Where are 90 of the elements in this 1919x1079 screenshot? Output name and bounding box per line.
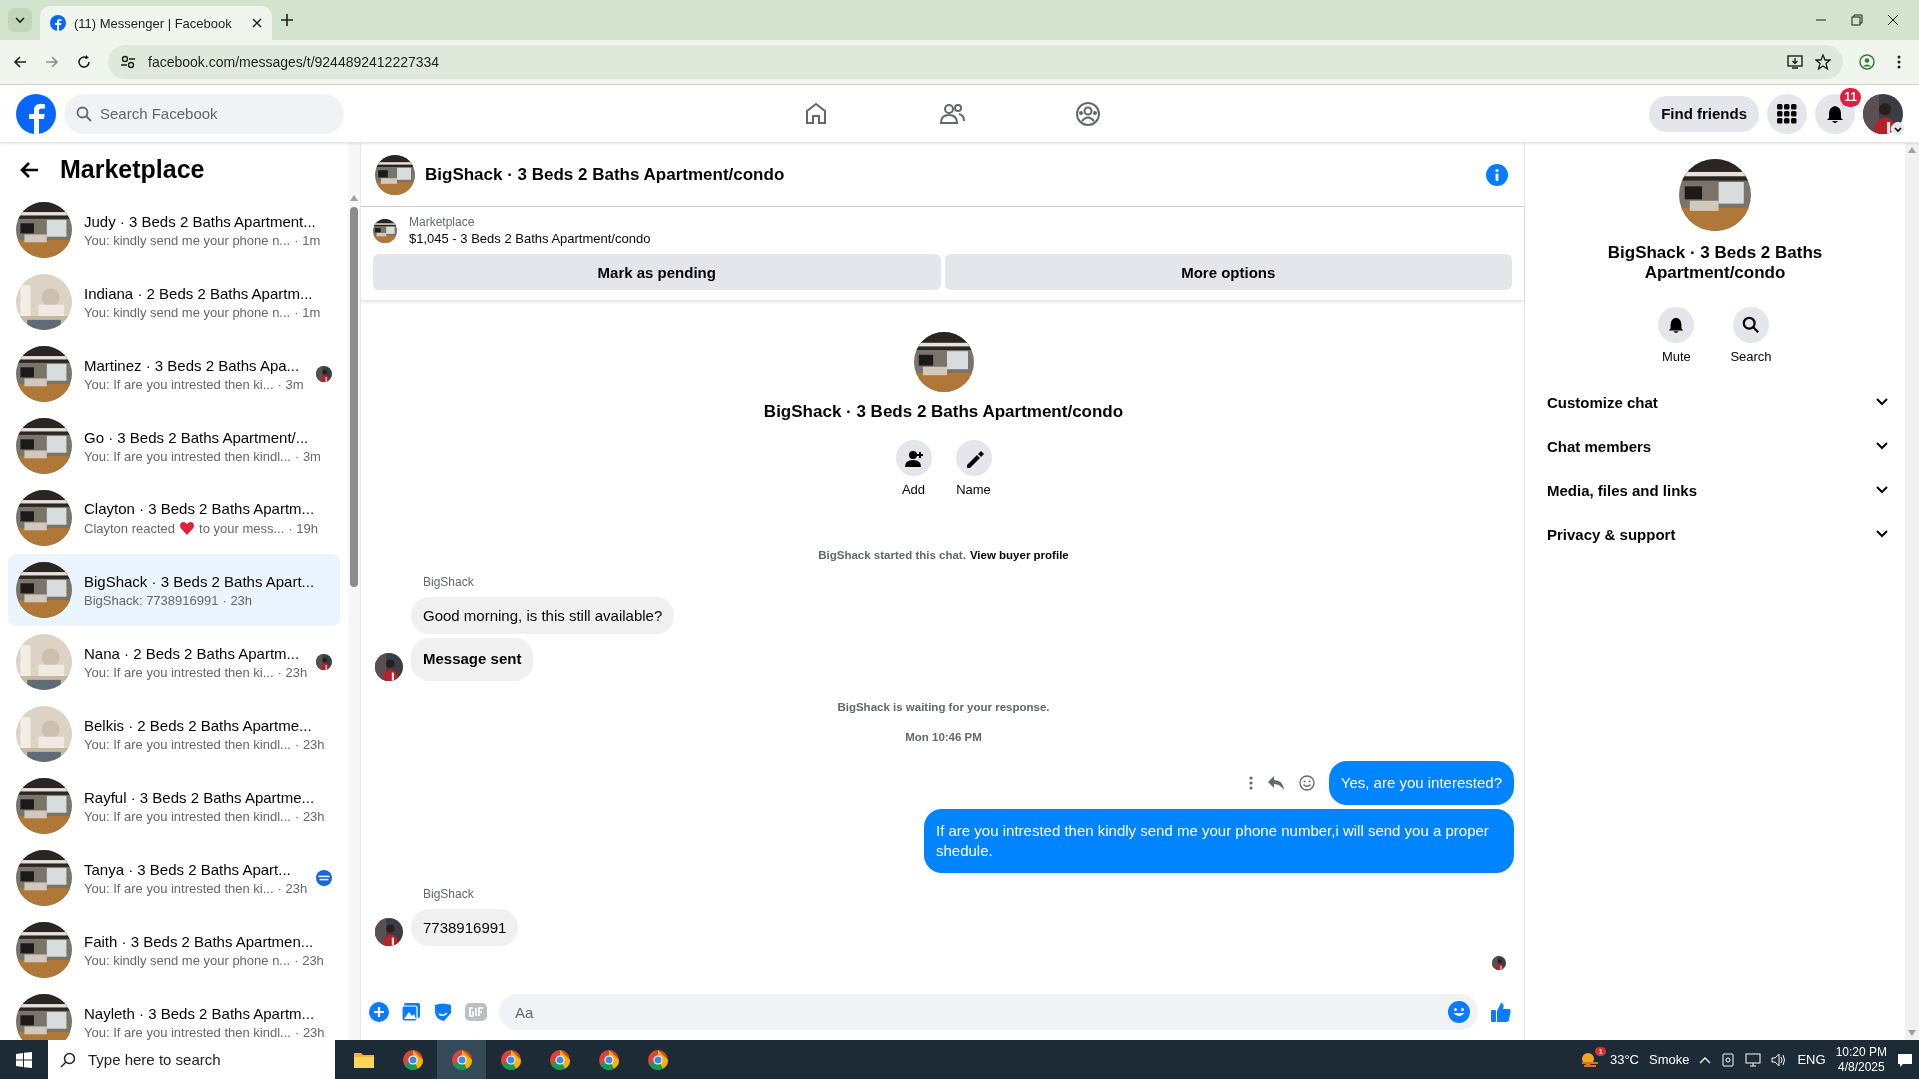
message-time: · 23h: [277, 664, 308, 680]
weather-badge: 1: [1595, 1046, 1606, 1056]
language-indicator[interactable]: ENG: [1797, 1052, 1826, 1067]
search-field[interactable]: Search Facebook: [64, 93, 344, 134]
message-bubble: Message sent: [411, 638, 534, 681]
conversation-name: Tanya · 3 Beds 2 Baths Apart...: [84, 860, 292, 878]
message-time: · 23h: [294, 736, 325, 752]
sender-name: BigShack: [423, 887, 475, 901]
listing-action-button[interactable]: More options: [944, 254, 1512, 290]
conversation-item[interactable]: Tanya · 3 Beds 2 Baths Apart... You: If are you intrested then ki... · 23h: [8, 842, 340, 914]
message-time: · 23h: [294, 952, 324, 968]
message-time: · 3m: [294, 448, 321, 464]
conversation-name: Indiana · 2 Beds 2 Baths Apartm...: [84, 284, 314, 302]
listing-label: Marketplace: [409, 215, 476, 229]
conversation-item[interactable]: Go · 3 Beds 2 Baths Apartment/... You: If are you intrested then kindl... · 3m: [8, 410, 340, 482]
message-time: · 1m: [294, 232, 321, 248]
conversation-name: Martinez · 3 Beds 2 Baths Apa...: [84, 356, 301, 374]
conversation-item[interactable]: Rayful · 3 Beds 2 Baths Apartme... You: If are you intrested then kindl... · 23h: [8, 770, 340, 842]
section-title: Customize chat: [1547, 393, 1658, 411]
message-time: · 1m: [294, 304, 321, 320]
message-time: · 23h: [222, 592, 253, 608]
message-preview: You: If are you intrested then kindl...: [84, 808, 291, 824]
clock-time[interactable]: 10:20 PM: [1835, 1044, 1887, 1060]
conversation-item[interactable]: Nana · 2 Beds 2 Baths Apartm... You: If are you intrested then ki... · 23h: [8, 626, 340, 698]
conversation-name: Nana · 2 Beds 2 Baths Apartm...: [84, 644, 301, 662]
conversation-name: Judy · 3 Beds 2 Baths Apartment...: [84, 212, 317, 230]
message-field[interactable]: Aa: [499, 994, 1478, 1030]
message-preview: You: If are you intrested then ki...: [84, 880, 274, 896]
conversation-item[interactable]: Faith · 3 Beds 2 Baths Apartmen... You: kindly send me your phone n... · 23h: [8, 914, 340, 986]
message-preview: You: kindly send me your phone n...: [84, 232, 291, 248]
message-bubble: If are you intrested then kindly send me your phone number,i will send you a proper shedule.: [924, 809, 1514, 873]
url-text: facebook.com/messages/t/9244892412227334: [148, 54, 441, 70]
chat-title: BigShack · 3 Beds 2 Baths Apartment/condo: [425, 164, 786, 185]
message-preview: You: kindly send me your phone n...: [84, 952, 291, 968]
action-label: Mute: [1661, 349, 1691, 364]
conversation-name: Faith · 3 Beds 2 Baths Apartmen...: [84, 932, 315, 950]
clock-date[interactable]: 4/8/2025: [1837, 1059, 1885, 1075]
system-message: BigShack is waiting for your response.: [837, 701, 1050, 713]
conversation-name: Clayton · 3 Beds 2 Baths Apartm...: [84, 500, 316, 517]
action-label: Name: [956, 482, 991, 497]
message-preview: BigShack: 7738916991: [84, 592, 219, 608]
section-title: Chat members: [1547, 437, 1652, 455]
message-preview: Clayton reacted: [84, 520, 176, 536]
view-profile-link[interactable]: View buyer profile: [969, 549, 1069, 561]
message-preview: You: If are you intrested then ki...: [84, 664, 274, 680]
section-title: Privacy & support: [1547, 525, 1676, 543]
message-time: · 23h: [294, 1024, 325, 1040]
message-bubble: Good morning, is this still available?: [411, 597, 675, 634]
conversation-item[interactable]: BigShack · 3 Beds 2 Baths Apart... BigShack: 7738916991 · 23h: [8, 554, 340, 626]
sender-name: BigShack: [423, 575, 475, 589]
message-preview: You: If are you intrested then kindl...: [84, 448, 291, 464]
message-preview: You: kindly send me your phone n...: [84, 304, 291, 320]
message-preview: to your mess...: [199, 520, 285, 536]
message-time: · 23h: [277, 880, 308, 896]
system-message: BigShack started this chat.: [818, 549, 966, 561]
weather-condition: Smoke: [1649, 1052, 1690, 1067]
message-time: · 19h: [288, 520, 318, 536]
listing-action-button[interactable]: Mark as pending: [373, 254, 941, 290]
conversation-name: Go · 3 Beds 2 Baths Apartment/...: [84, 428, 310, 446]
notification-badge: 11: [1840, 87, 1861, 107]
message-preview: You: If are you intrested then ki...: [84, 376, 274, 392]
find-friends-button[interactable]: Find friends: [1649, 95, 1759, 132]
conversation-name: BigShack · 3 Beds 2 Baths Apart...: [84, 572, 316, 590]
taskbar-search-field[interactable]: Type here to search: [48, 1040, 335, 1079]
address-bar[interactable]: facebook.com/messages/t/9244892412227334: [108, 45, 1843, 79]
section-title: Media, files and links: [1547, 481, 1698, 499]
conversation-name: Belkis · 2 Beds 2 Baths Apartme...: [84, 716, 313, 734]
listing-detail: $1,045 - 3 Beds 2 Baths Apartment/condo: [409, 231, 651, 246]
conversation-item[interactable]: Judy · 3 Beds 2 Baths Apartment... You: kindly send me your phone n... · 1m: [8, 194, 340, 266]
message-preview: You: If are you intrested then kindl...: [84, 1024, 291, 1040]
conversation-item[interactable]: Martinez · 3 Beds 2 Baths Apa... You: If are you intrested then ki... · 3m: [8, 338, 340, 410]
tab-title: (11) Messenger | Facebook: [74, 15, 233, 31]
temperature: 33°C: [1609, 1052, 1639, 1067]
sidebar-title: Marketplace: [60, 155, 205, 184]
contact-name: BigShack · 3 Beds 2 Baths Apartment/condo: [763, 402, 1124, 422]
message-time: · 23h: [294, 808, 325, 824]
contact-name: BigShack · 3 Beds 2 Baths Apartment/condo: [1606, 243, 1824, 283]
action-label: Add: [901, 482, 926, 497]
conversation-item[interactable]: Indiana · 2 Beds 2 Baths Apartm... You: kindly send me your phone n... · 1m: [8, 266, 340, 338]
conversation-item[interactable]: Clayton · 3 Beds 2 Baths Apartm... Clayton reacted to your mess... · 19h: [8, 482, 340, 554]
message-bubble: Yes, are you interested?: [1328, 761, 1514, 805]
message-preview: You: If are you intrested then kindl...: [84, 736, 291, 752]
browser-tab[interactable]: (11) Messenger | Facebook: [40, 6, 272, 40]
timestamp: Mon 10:46 PM: [904, 731, 983, 743]
conversation-name: Rayful · 3 Beds 2 Baths Apartme...: [84, 788, 316, 806]
message-bubble: 7738916991: [411, 909, 519, 946]
conversation-item[interactable]: Belkis · 2 Beds 2 Baths Apartme... You: If are you intrested then kindl... · 23h: [8, 698, 340, 770]
action-label: Search: [1730, 349, 1772, 364]
message-time: · 3m: [277, 376, 304, 392]
conversation-name: Nayleth · 3 Beds 2 Baths Apartm...: [84, 1004, 316, 1022]
